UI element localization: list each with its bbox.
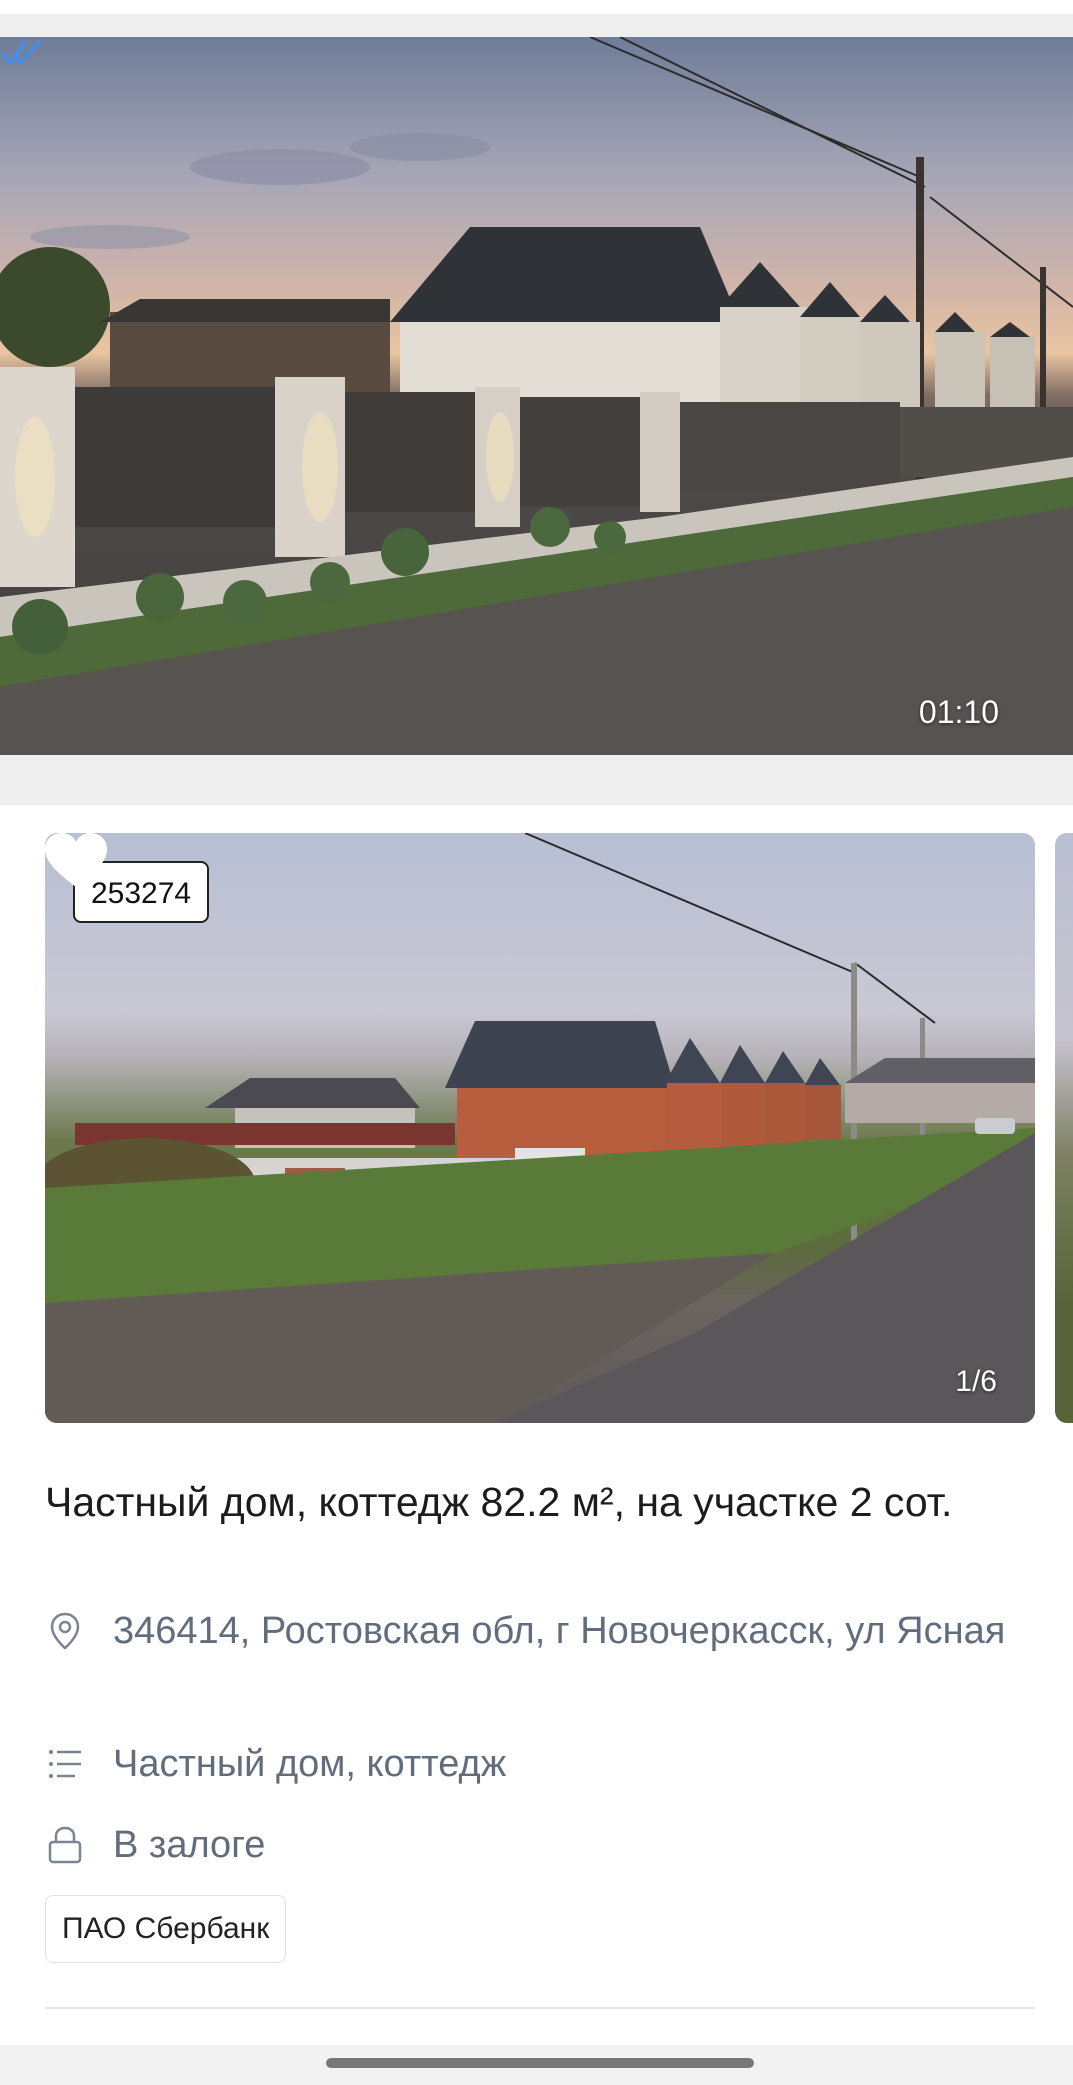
list-icon xyxy=(49,1750,81,1778)
photo-counter: 1/6 xyxy=(955,1365,997,1398)
separator xyxy=(0,755,1073,805)
house-render-illustration xyxy=(0,37,1073,755)
bank-tag[interactable]: ПАО Сбербанк xyxy=(45,1895,287,1963)
message-image[interactable]: 01:10 xyxy=(0,37,1073,755)
separator xyxy=(0,14,1073,38)
listing-card[interactable]: 253274 1/6 Частный дом, коттедж 82.2 м²,… xyxy=(0,805,1073,2045)
top-strip xyxy=(0,0,1073,14)
message-time: 01:10 xyxy=(918,694,999,730)
listing-photo[interactable]: 253274 1/6 xyxy=(45,833,1035,1423)
double-check-icon xyxy=(0,39,42,66)
status-text: В залоге xyxy=(113,1824,266,1866)
address-text: 346414, Ростовская обл, г Новочеркасск, … xyxy=(113,1610,1006,1652)
location-pin-icon xyxy=(50,1612,80,1650)
heart-icon[interactable] xyxy=(45,833,107,889)
listing-title[interactable]: Частный дом, коттедж 82.2 м², на участке… xyxy=(45,1475,1035,1529)
divider xyxy=(45,2007,1035,2009)
property-type-text: Частный дом, коттедж xyxy=(113,1743,507,1785)
lock-icon xyxy=(48,1826,82,1864)
next-photo-preview[interactable] xyxy=(1055,833,1073,1423)
home-indicator[interactable] xyxy=(326,2058,754,2068)
